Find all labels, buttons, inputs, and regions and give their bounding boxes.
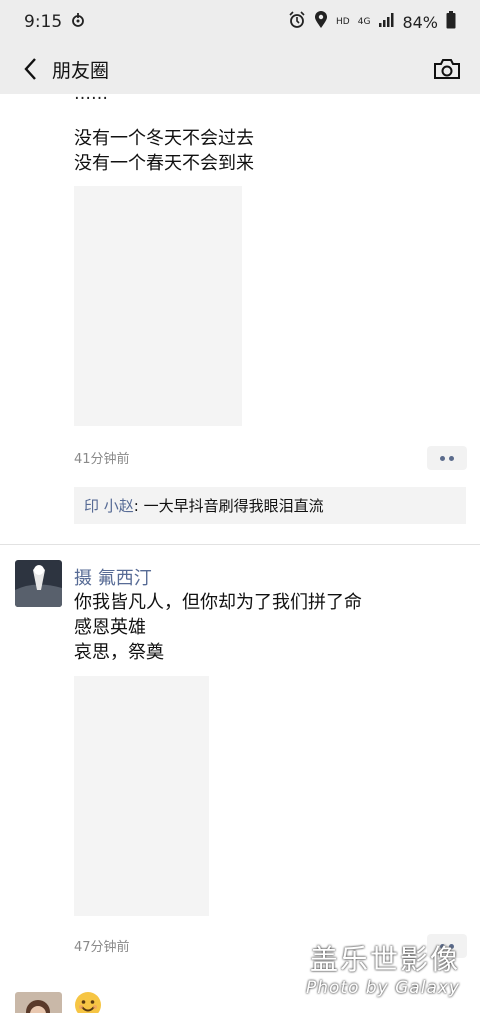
watermark-line2: Photo by Galaxy: [305, 978, 460, 998]
camera-icon: [434, 59, 460, 79]
comment-author[interactable]: 印 小赵: [84, 497, 134, 515]
dot-icon: [440, 455, 445, 461]
comment-text: 一大早抖音刷得我眼泪直流: [143, 497, 324, 515]
nav-bar: 朋友圈: [0, 44, 480, 94]
smiley-emoji-icon: [74, 991, 102, 1013]
alarm-icon: [288, 11, 306, 33]
dot-icon: [449, 455, 454, 461]
post-time: 41分钟前: [74, 452, 130, 467]
post-time: 47分钟前: [74, 940, 130, 955]
comment-box: 印 小赵: 一大早抖音刷得我眼泪直流: [74, 487, 466, 524]
status-bar: 9:15 HD 4G 84%: [0, 0, 480, 44]
post-image[interactable]: [74, 676, 209, 916]
sync-icon: [70, 12, 86, 33]
location-icon: [314, 11, 328, 33]
page-title: 朋友圈: [52, 59, 110, 82]
network-type: 4G: [357, 16, 371, 27]
post-text: 没有一个冬天不会过去 没有一个春天不会到来: [74, 128, 254, 174]
signal-icon: [378, 12, 394, 32]
more-actions-button[interactable]: [427, 446, 467, 470]
avatar[interactable]: [15, 992, 62, 1013]
camera-button[interactable]: [430, 52, 464, 86]
battery-percent: 84%: [402, 12, 438, 32]
watermark: 盖乐世影像 Photo by Galaxy: [306, 938, 460, 998]
comment-separator: :: [133, 497, 144, 515]
post-image[interactable]: [74, 186, 242, 426]
post-text-clipped: ……: [74, 94, 108, 104]
back-button[interactable]: [16, 55, 44, 83]
hd-indicator: HD: [336, 16, 350, 27]
watermark-line1: 盖乐世影像: [309, 943, 460, 976]
battery-icon: [446, 11, 456, 33]
post-divider: [0, 544, 480, 545]
post-text: 你我皆凡人，但你却为了我们拼了命 感恩英雄 哀思，祭奠: [74, 592, 362, 663]
moments-feed[interactable]: …… 没有一个冬天不会过去 没有一个春天不会到来 41分钟前 印 小赵: 一大早…: [0, 94, 480, 1013]
avatar[interactable]: [15, 560, 62, 607]
chevron-left-icon: [24, 58, 36, 80]
post-author[interactable]: 摄 氟西汀: [74, 564, 152, 590]
status-time: 9:15: [24, 12, 63, 32]
